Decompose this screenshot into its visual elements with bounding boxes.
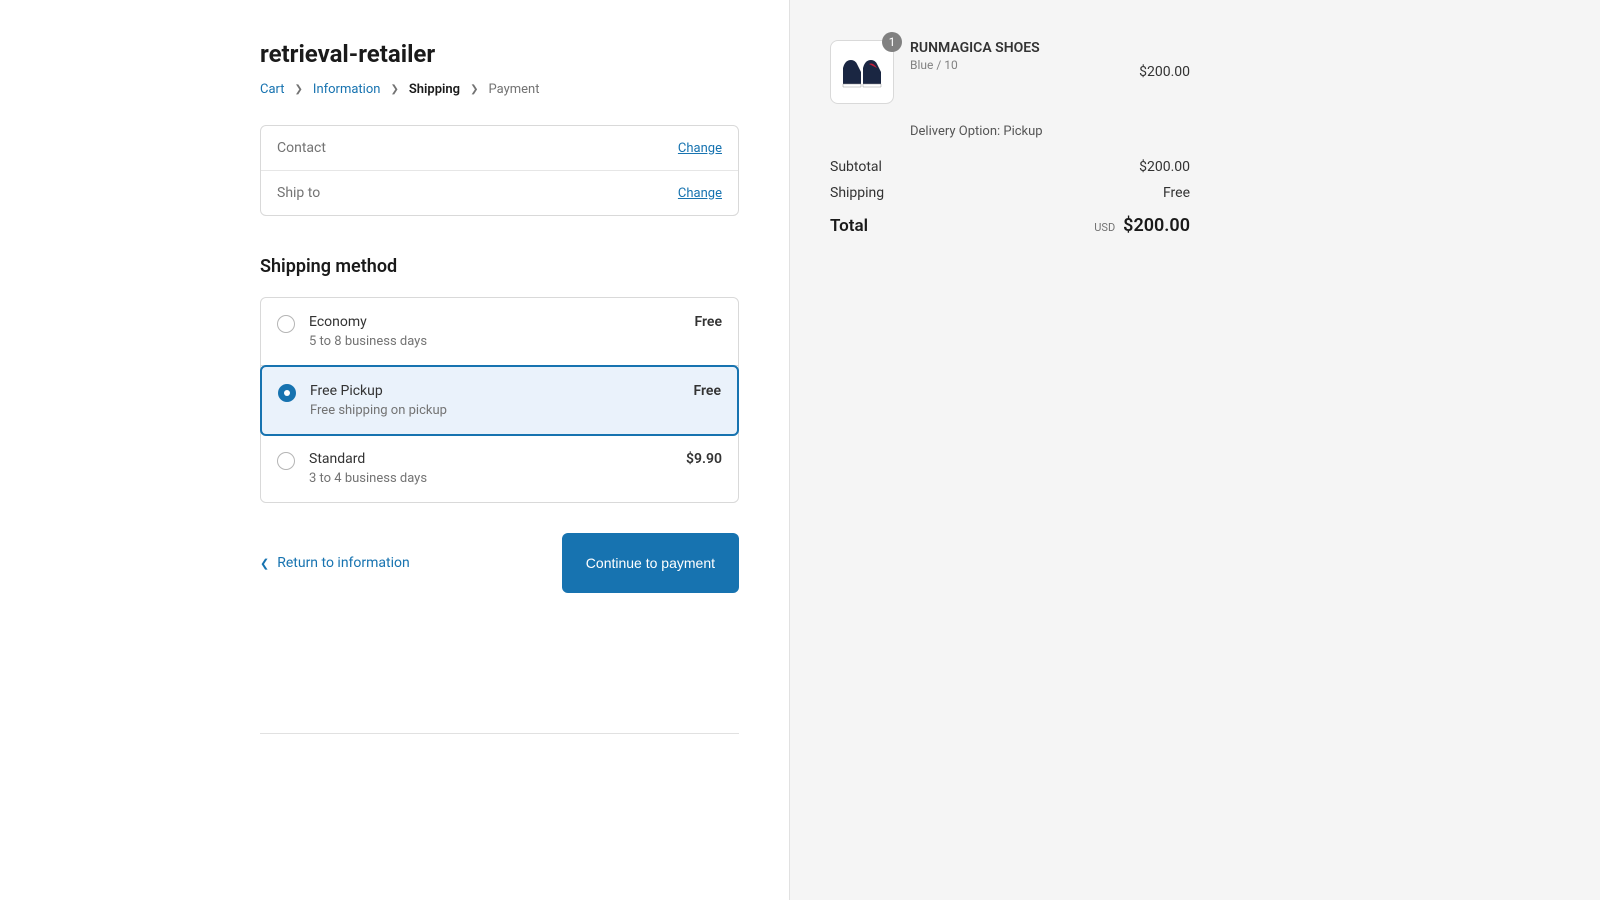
quantity-badge: 1: [882, 32, 902, 52]
radio-checked-icon: [278, 384, 296, 402]
product-thumbnail: 1: [830, 40, 894, 104]
shipping-row: Shipping Free: [830, 185, 1190, 201]
radio-icon: [277, 315, 295, 333]
shipping-option-name: Economy: [309, 314, 695, 330]
shipping-option-name: Free Pickup: [310, 383, 694, 399]
continue-to-payment-button[interactable]: Continue to payment: [562, 533, 739, 593]
shoe-icon: [839, 54, 885, 90]
shipping-option-economy[interactable]: Economy 5 to 8 business days Free: [261, 298, 738, 366]
change-shipto-link[interactable]: Change: [678, 186, 722, 201]
contact-label: Contact: [277, 140, 347, 156]
chevron-left-icon: ❮: [260, 557, 269, 570]
total-label: Total: [830, 216, 868, 236]
shipping-option-price: Free: [695, 314, 723, 330]
store-name: retrieval-retailer: [260, 40, 739, 68]
breadcrumb: Cart ❯ Information ❯ Shipping ❯ Payment: [260, 82, 739, 97]
checkout-main-panel: retrieval-retailer Cart ❯ Information ❯ …: [0, 0, 790, 900]
line-item: 1 RUNMAGICA SHOES Blue / 10 $200.00: [830, 40, 1190, 104]
item-price: $200.00: [1139, 64, 1190, 80]
review-shipto-row: Ship to Change: [261, 171, 738, 215]
chevron-right-icon: ❯: [295, 84, 303, 95]
change-contact-link[interactable]: Change: [678, 141, 722, 156]
total-row: Total USD $200.00: [830, 215, 1190, 236]
subtotal-value: $200.00: [1139, 159, 1190, 175]
shipping-option-price: Free: [694, 383, 722, 399]
shipping-method-heading: Shipping method: [260, 256, 739, 277]
shipping-option-desc: 3 to 4 business days: [309, 471, 686, 486]
subtotal-row: Subtotal $200.00: [830, 159, 1190, 175]
radio-icon: [277, 452, 295, 470]
shipping-option-standard[interactable]: Standard 3 to 4 business days $9.90: [261, 435, 738, 502]
return-to-information-link[interactable]: ❮ Return to information: [260, 555, 410, 571]
chevron-right-icon: ❯: [470, 84, 478, 95]
item-name: RUNMAGICA SHOES: [910, 40, 1123, 56]
shipping-option-name: Standard: [309, 451, 686, 467]
breadcrumb-cart[interactable]: Cart: [260, 82, 285, 97]
shipping-label: Shipping: [830, 185, 884, 201]
item-variant: Blue / 10: [910, 58, 1123, 72]
order-summary-panel: 1 RUNMAGICA SHOES Blue / 10 $200.00 Deli…: [790, 0, 1600, 900]
chevron-right-icon: ❯: [390, 84, 398, 95]
shipping-option-desc: Free shipping on pickup: [310, 403, 694, 418]
currency-code: USD: [1094, 221, 1115, 234]
return-label: Return to information: [277, 555, 410, 571]
review-contact-row: Contact Change: [261, 126, 738, 171]
review-box: Contact Change Ship to Change: [260, 125, 739, 216]
breadcrumb-information[interactable]: Information: [313, 82, 381, 97]
breadcrumb-shipping: Shipping: [409, 82, 460, 97]
shipto-label: Ship to: [277, 185, 347, 201]
shipping-value: Free: [1163, 185, 1190, 201]
shipping-options: Economy 5 to 8 business days Free Free P…: [260, 297, 739, 503]
delivery-option-text: Delivery Option: Pickup: [910, 124, 1190, 139]
breadcrumb-payment: Payment: [488, 82, 539, 97]
subtotal-label: Subtotal: [830, 159, 882, 175]
shipping-option-desc: 5 to 8 business days: [309, 334, 695, 349]
shipping-option-price: $9.90: [686, 451, 722, 467]
actions-row: ❮ Return to information Continue to paym…: [260, 533, 739, 593]
shipping-option-free-pickup[interactable]: Free Pickup Free shipping on pickup Free: [260, 365, 739, 436]
footer-divider: [260, 733, 739, 734]
total-value: $200.00: [1123, 215, 1190, 236]
